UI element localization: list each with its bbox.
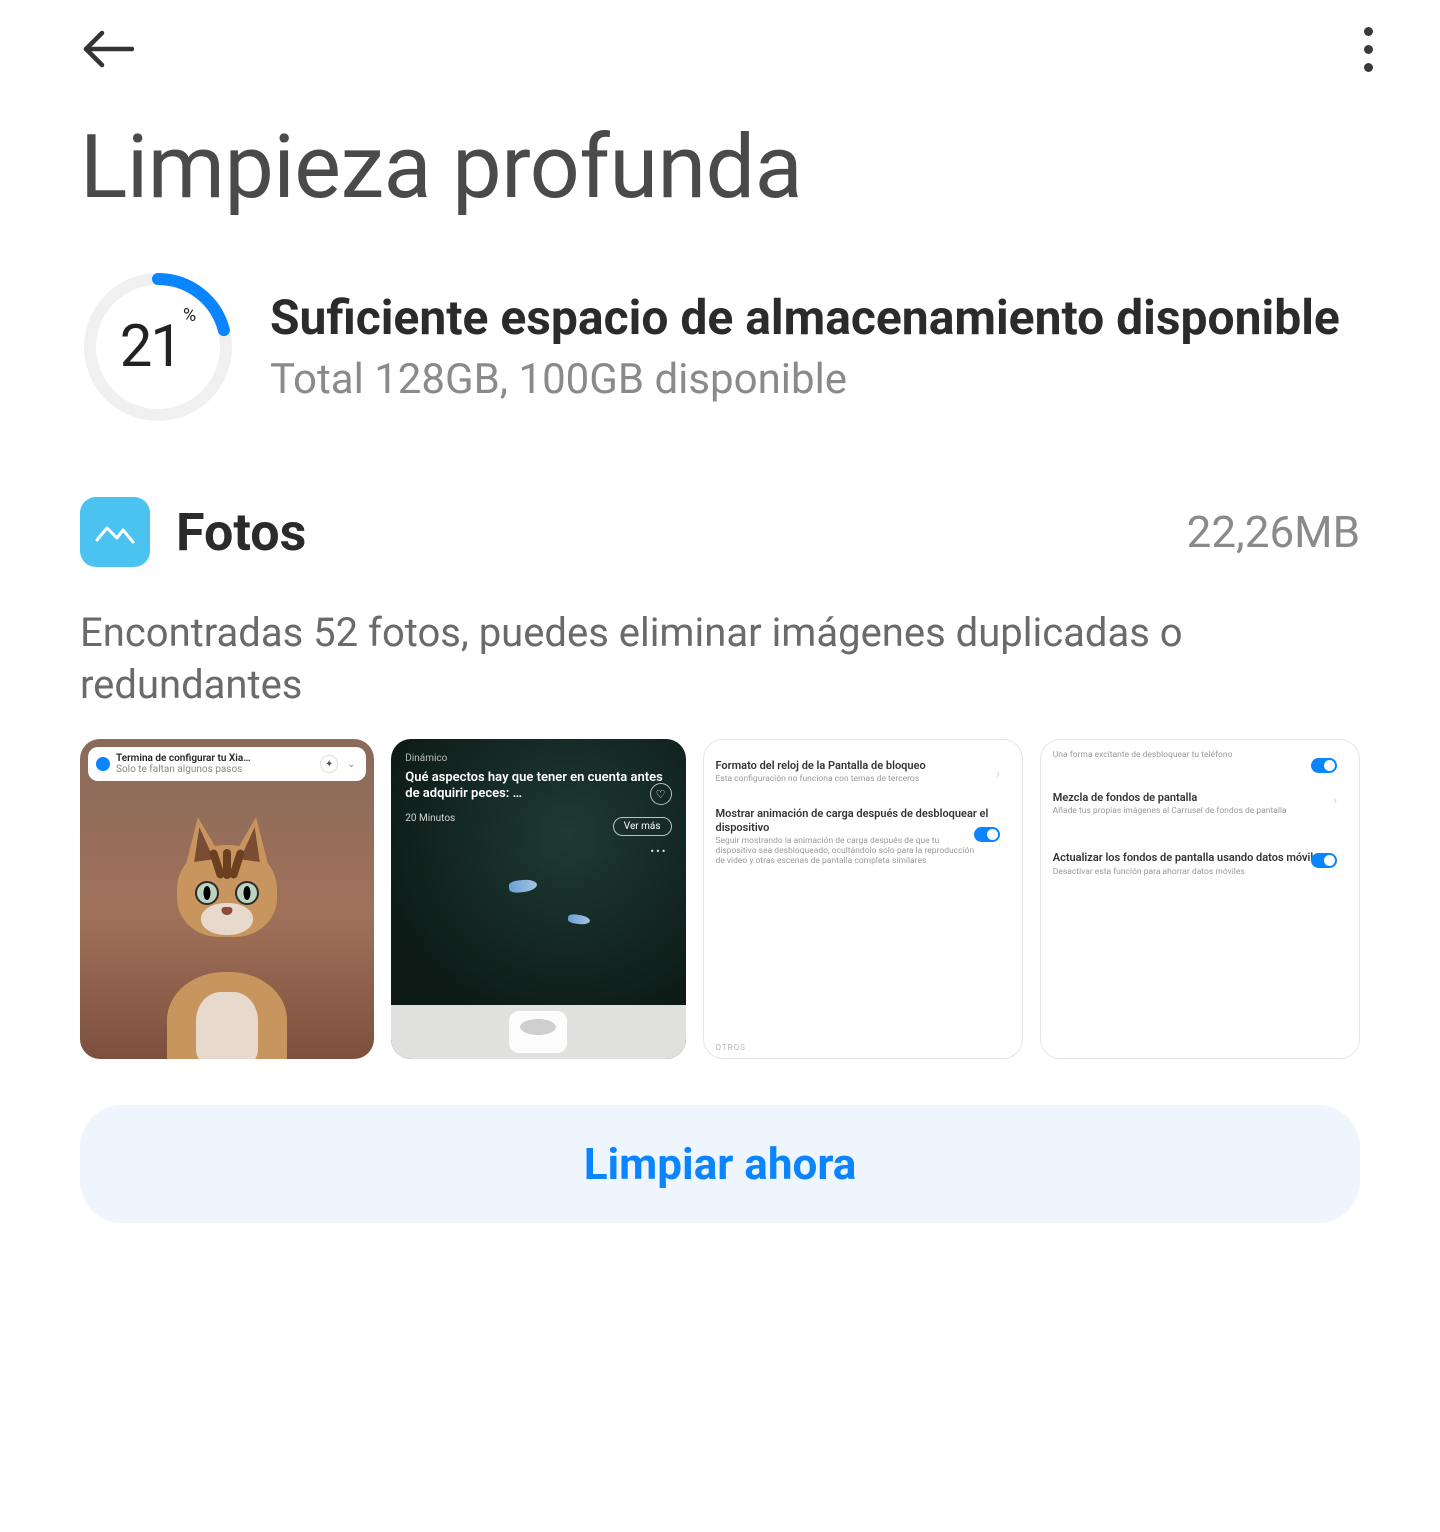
more-dots-icon: ••• xyxy=(650,845,667,858)
photos-icon xyxy=(80,497,150,567)
bottom-strip xyxy=(391,1005,685,1059)
thumbnail-1[interactable]: Termina de configurar tu Xia… Solo te fa… xyxy=(80,739,374,1059)
photos-section-description: Encontradas 52 fotos, puedes eliminar im… xyxy=(0,587,1440,739)
setting-sub: Una forma excitante de desbloquear tu te… xyxy=(1053,750,1347,760)
more-button[interactable] xyxy=(1344,21,1392,77)
thumbnail-4[interactable]: Una forma excitante de desbloquear tu te… xyxy=(1040,739,1360,1059)
setting-sub: Esta configuración no funciona con temas… xyxy=(716,774,1010,784)
toggle-on-icon xyxy=(974,827,1000,842)
setting-sub: Añade tus propias imágenes al Carrusel d… xyxy=(1053,806,1347,816)
app-icon xyxy=(96,757,110,771)
clean-now-button[interactable]: Limpiar ahora xyxy=(80,1105,1360,1223)
page-title: Limpieza profunda xyxy=(0,80,1440,249)
photos-section-header[interactable]: Fotos 22,26MB xyxy=(0,425,1440,587)
article-headline: Qué aspectos hay que tener en cuenta ant… xyxy=(405,770,671,803)
back-button[interactable] xyxy=(80,21,136,77)
setting-title: Actualizar los fondos de pantalla usando… xyxy=(1053,851,1347,864)
notif-title: Termina de configurar tu Xia… xyxy=(116,753,314,764)
heart-icon: ♡ xyxy=(650,783,672,805)
thumbnail-2[interactable]: Dinámico Qué aspectos hay que tener en c… xyxy=(391,739,685,1059)
toggle-on-icon xyxy=(1311,853,1337,868)
notif-sub: Solo te faltan algunos pasos xyxy=(116,764,314,775)
setting-title: Mezcla de fondos de pantalla xyxy=(1053,791,1347,804)
chevron-right-icon: › xyxy=(996,767,1000,781)
chevron-right-icon: › xyxy=(1333,793,1337,807)
photo-thumbnails: Termina de configurar tu Xia… Solo te fa… xyxy=(0,739,1440,1059)
chevron-down-icon: ⌄ xyxy=(344,757,358,771)
storage-summary: 21 % Suficiente espacio de almacenamient… xyxy=(0,249,1440,425)
cat-image xyxy=(80,779,374,1059)
storage-heading: Suficiente espacio de almacenamiento dis… xyxy=(270,290,1360,345)
setting-title: Formato del reloj de la Pantalla de bloq… xyxy=(716,759,1010,772)
notification-card: Termina de configurar tu Xia… Solo te fa… xyxy=(88,747,366,781)
storage-ring: 21 % xyxy=(80,269,236,425)
arrow-left-icon xyxy=(82,28,134,70)
article-tag: Dinámico xyxy=(405,753,671,764)
more-icon xyxy=(1364,27,1373,36)
photos-section-size: 22,26MB xyxy=(1187,506,1360,558)
thumbnail-3[interactable]: Formato del reloj de la Pantalla de bloq… xyxy=(703,739,1023,1059)
top-bar xyxy=(0,0,1440,80)
wand-icon: ✦ xyxy=(320,755,338,773)
setting-title: Mostrar animación de carga después de de… xyxy=(716,807,1010,833)
storage-percent-value: 21 xyxy=(120,313,181,381)
setting-sub: Desactivar esta función para ahorrar dat… xyxy=(1053,867,1347,877)
ver-mas-button: Ver más xyxy=(613,817,672,836)
section-label: OTROS xyxy=(716,1043,746,1052)
clean-now-label: Limpiar ahora xyxy=(584,1138,857,1190)
storage-percent-unit: % xyxy=(183,305,196,326)
toggle-on-icon xyxy=(1311,758,1337,773)
toilet-roll-icon xyxy=(509,1011,567,1053)
photos-section-title: Fotos xyxy=(176,502,1161,563)
storage-subtext: Total 128GB, 100GB disponible xyxy=(270,355,1360,404)
setting-sub: Seguir mostrando la animación de carga d… xyxy=(716,836,1010,867)
